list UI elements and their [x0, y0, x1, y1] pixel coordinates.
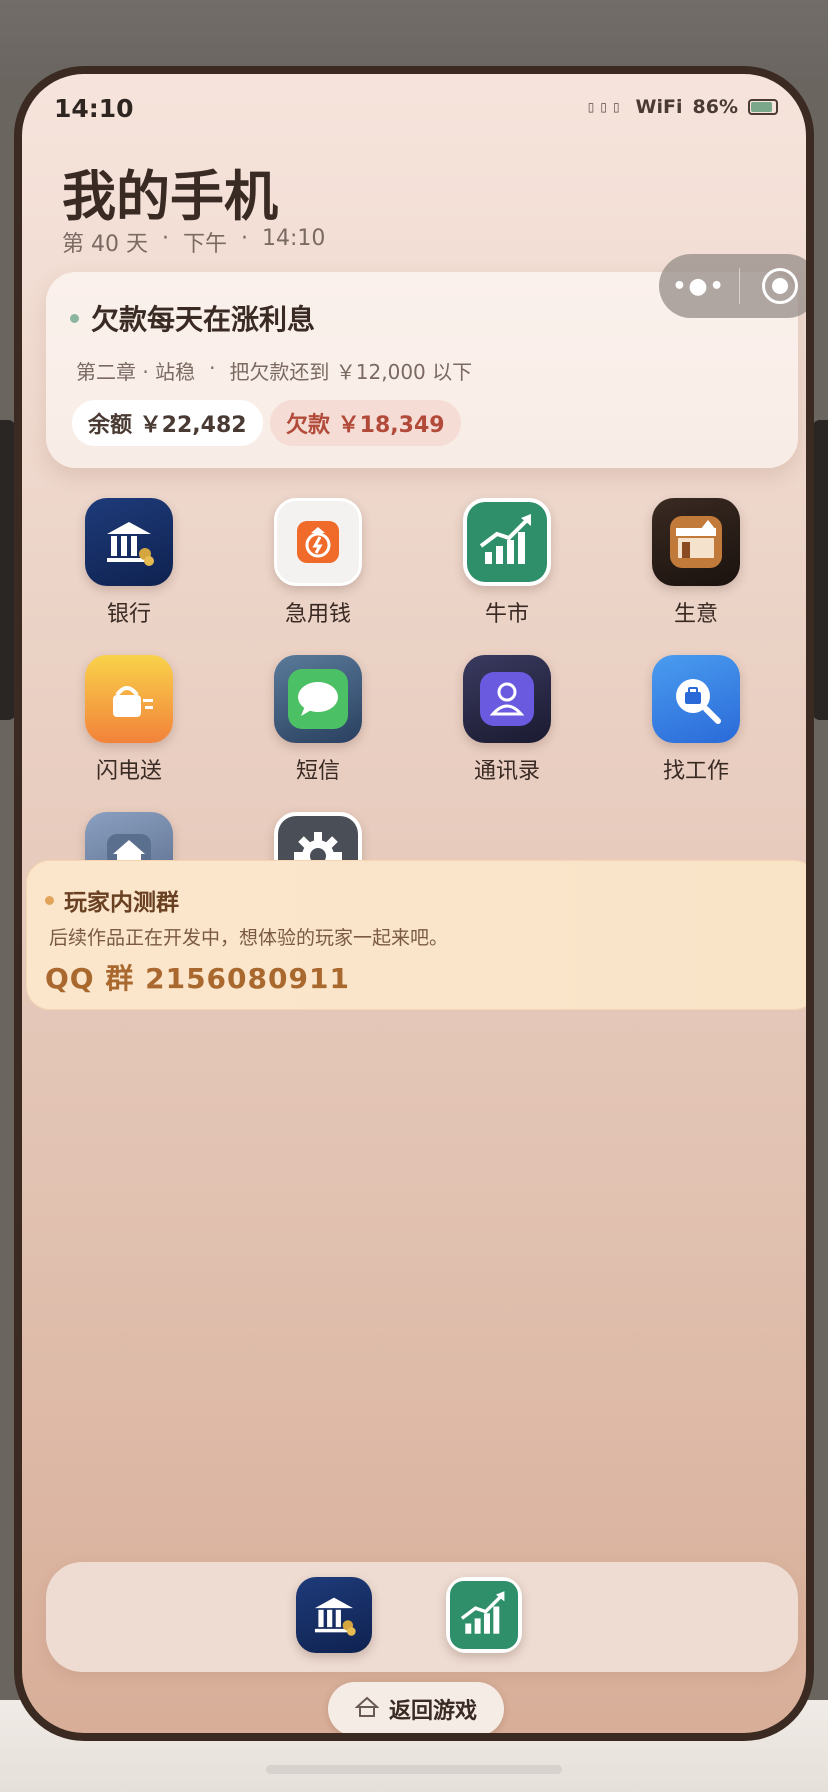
app-flash[interactable]: 闪电送 [59, 655, 199, 785]
app-contacts[interactable]: 通讯录 [437, 655, 577, 785]
debt-card-subtitle: 第二章 · 站稳 · 把欠款还到 ￥12,000 以下 [76, 356, 472, 385]
group-card-description: 后续作品正在开发中，想体验的玩家一起来吧。 [49, 927, 449, 949]
delivery-icon [85, 655, 173, 743]
balance-chip: 余额 ￥22,482 [72, 400, 263, 446]
record-dot [771, 278, 788, 294]
miniprogram-capsule: •●• [659, 254, 806, 318]
message-icon [274, 655, 362, 743]
status-bar: 14:10 ▯▯▯ WiFi 86% [22, 74, 806, 154]
app-loan[interactable]: 急用钱 [248, 498, 388, 628]
status-dot-icon [70, 313, 79, 323]
battery-fill [751, 102, 772, 112]
shop-icon [652, 498, 740, 586]
game-clock: 14:10 [262, 226, 326, 251]
goal-label: 把欠款还到 ￥12,000 以下 [229, 360, 473, 384]
app-label: 银行 [106, 602, 151, 627]
time-period: 下午 [182, 232, 227, 257]
app-bank[interactable]: 银行 [59, 498, 199, 628]
debt-card-title-text: 欠款每天在涨利息 [91, 303, 316, 336]
qq-group-number[interactable]: QQ 群 2156080911 [45, 957, 350, 997]
debt-chip: 欠款 ￥18,349 [270, 400, 461, 446]
stock-chart-icon[interactable] [446, 1577, 522, 1653]
app-label: 急用钱 [284, 602, 351, 627]
battery-icon [748, 99, 778, 115]
separator: · [241, 226, 248, 251]
app-label: 生意 [673, 602, 718, 627]
test-group-card[interactable]: 玩家内测群 后续作品正在开发中，想体验的玩家一起来吧。 QQ 群 2156080… [26, 860, 806, 1010]
wifi-label: WiFi [635, 96, 683, 118]
signal-icon: ▯▯▯ [587, 100, 626, 114]
app-sms[interactable]: 短信 [248, 655, 388, 785]
page-title: 我的手机 [62, 165, 278, 228]
record-ring [761, 268, 798, 304]
app-label: 找工作 [662, 759, 729, 784]
back-to-game-button[interactable]: 返回游戏 [328, 1682, 504, 1733]
status-time: 14:10 [54, 94, 134, 123]
app-stock[interactable]: 牛市 [437, 498, 577, 628]
status-dot-icon [45, 895, 54, 905]
battery-percent: 86% [692, 96, 738, 118]
separator: · [161, 226, 169, 251]
app-job[interactable]: 找工作 [626, 655, 766, 785]
home-indicator[interactable] [266, 1765, 562, 1774]
bank-icon [85, 498, 173, 586]
more-dots-icon[interactable]: •●• [659, 274, 739, 299]
debt-card-title: 欠款每天在涨利息 [70, 298, 315, 338]
separator: · [209, 356, 216, 380]
day-counter: 第 40 天 [62, 232, 148, 257]
app-biz[interactable]: 生意 [626, 498, 766, 628]
chapter-label: 第二章 · 站稳 [76, 360, 196, 384]
status-indicators: ▯▯▯ WiFi 86% [588, 96, 778, 118]
record-icon[interactable] [740, 268, 806, 304]
app-label: 通讯录 [473, 759, 540, 784]
page-subtitle: 第 40 天 · 下午 · 14:10 [62, 226, 325, 258]
bank-icon[interactable] [296, 1577, 372, 1653]
back-button-label: 返回游戏 [388, 1699, 477, 1724]
app-label: 闪电送 [95, 759, 162, 784]
money-bag-icon [274, 498, 362, 586]
stock-chart-icon [463, 498, 551, 586]
phone-screen: 14:10 ▯▯▯ WiFi 86% 我的手机 第 40 天 · 下午 · 14… [22, 74, 806, 1733]
group-card-title-text: 玩家内测群 [64, 890, 179, 916]
app-label: 牛市 [484, 602, 529, 627]
app-label: 短信 [295, 759, 340, 784]
phone-frame: 14:10 ▯▯▯ WiFi 86% 我的手机 第 40 天 · 下午 · 14… [14, 66, 814, 1741]
contacts-icon [463, 655, 551, 743]
group-card-title: 玩家内测群 [45, 883, 179, 917]
dock [46, 1562, 798, 1672]
home-icon [354, 1696, 380, 1722]
job-search-icon [652, 655, 740, 743]
background-right-edge [812, 420, 828, 720]
